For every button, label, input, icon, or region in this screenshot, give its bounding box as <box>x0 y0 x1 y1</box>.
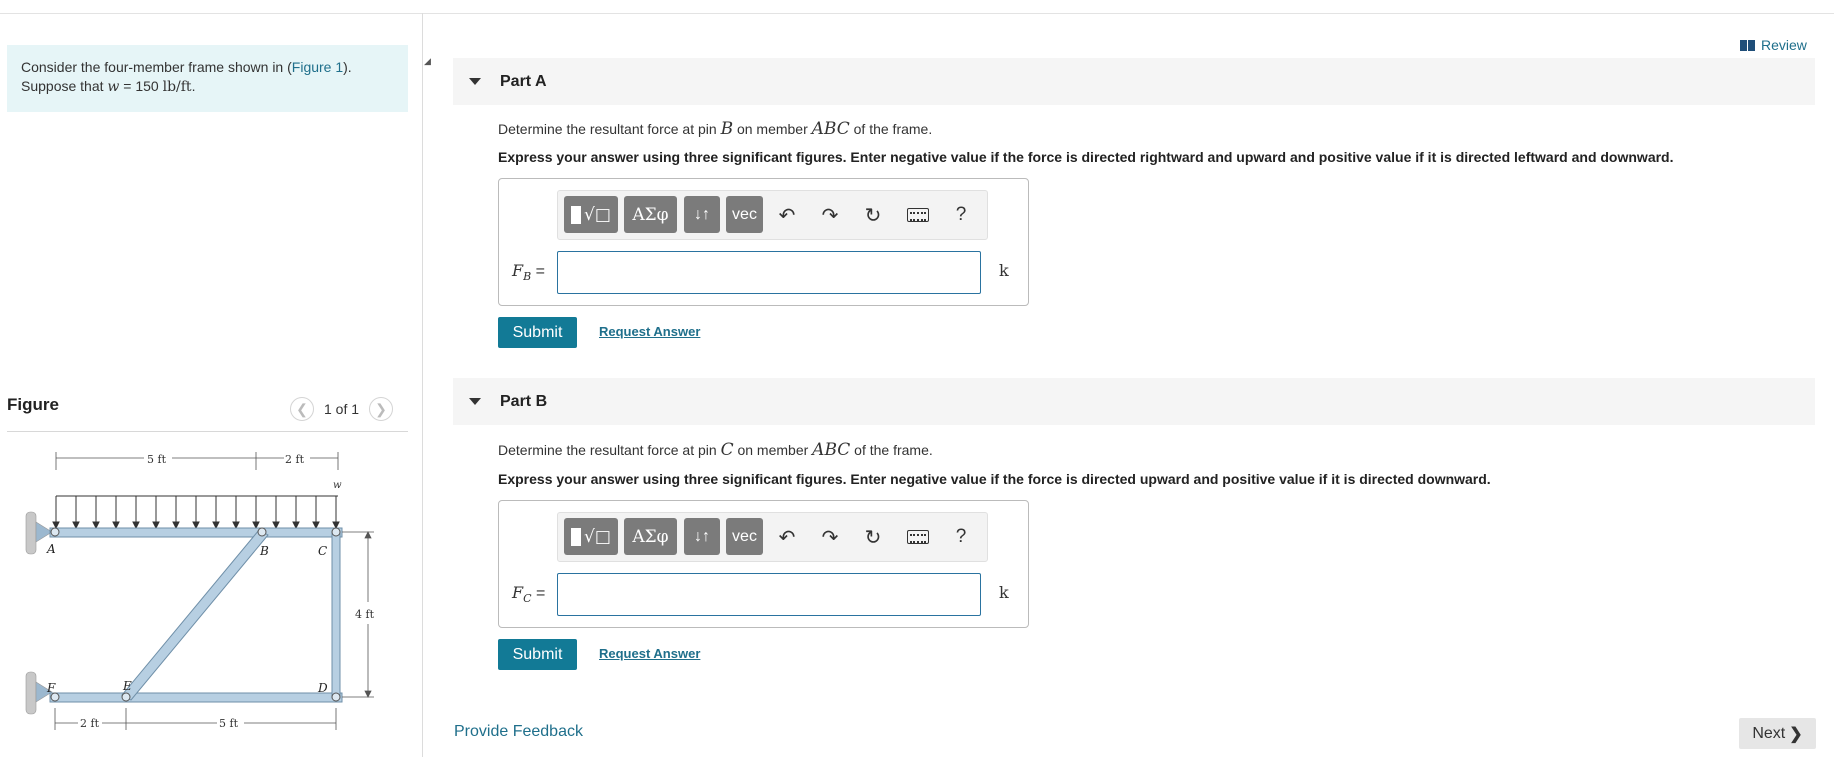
vec-button[interactable]: vec <box>726 518 763 555</box>
figure-link[interactable]: Figure 1 <box>292 59 343 75</box>
redo-icon[interactable]: ↷ <box>815 200 845 230</box>
answer-input-fc[interactable] <box>557 573 981 616</box>
redo-icon[interactable]: ↷ <box>815 522 845 552</box>
figure-title: Figure <box>7 395 59 414</box>
part-b-answer-box: √□ ΑΣφ ↓↑ vec ↶ ↷ ↻ ? FC = k <box>498 500 1029 628</box>
intro-line-2: Suppose that w = 150 lb/ft. <box>21 78 196 95</box>
math-toolbar: √□ ΑΣφ ↓↑ vec ↶ ↷ ↻ ? <box>557 190 988 240</box>
keyboard-icon[interactable] <box>903 200 933 230</box>
part-b-header[interactable]: Part B <box>453 378 1815 425</box>
dim-right-label: 4 ft <box>355 608 375 621</box>
column-divider[interactable] <box>422 13 423 757</box>
label-c: C <box>318 544 327 558</box>
frame-members <box>49 527 343 703</box>
answer-unit: k <box>999 583 1009 602</box>
caret-down-icon <box>469 398 481 405</box>
part-b-instruction: Express your answer using three signific… <box>498 471 1491 487</box>
greek-button[interactable]: ΑΣφ <box>624 518 677 555</box>
dim-top-left-label: 5 ft <box>147 453 167 466</box>
answer-label-fb: FB = <box>512 261 545 284</box>
answer-unit: k <box>999 261 1009 280</box>
member-cd <box>331 531 341 699</box>
label-f: F <box>46 681 56 695</box>
distributed-load-arrows <box>52 495 340 530</box>
reset-icon[interactable]: ↻ <box>858 200 888 230</box>
dim-bottom-left-label: 2 ft <box>80 717 100 730</box>
answer-label-fc: FC = <box>512 583 546 606</box>
part-b-request-answer-link[interactable]: Request Answer <box>599 646 700 661</box>
intro-line-1: Consider the four-member frame shown in … <box>21 59 352 75</box>
chevron-left-icon[interactable]: ❮ <box>290 397 314 421</box>
frame-figure: 5 ft 2 ft w A B C D E F 4 ft 2 ft 5 ft <box>25 452 375 730</box>
templates-icon[interactable]: √□ <box>564 196 618 233</box>
figure-pager: ❮ 1 of 1 ❯ <box>290 397 394 421</box>
top-divider <box>0 13 1834 14</box>
problem-intro: Consider the four-member frame shown in … <box>7 45 408 112</box>
dim-top-right-label: 2 ft <box>285 453 305 466</box>
chevron-right-icon[interactable]: ❯ <box>369 397 394 421</box>
review-link[interactable]: Review <box>1740 37 1807 53</box>
arrows-button[interactable]: ↓↑ <box>684 518 720 555</box>
figure-divider <box>7 431 408 432</box>
dim-bottom-right-label: 5 ft <box>219 717 239 730</box>
label-b: B <box>259 544 269 558</box>
next-button[interactable]: Next ❯ <box>1739 718 1816 749</box>
part-a-request-answer-link[interactable]: Request Answer <box>599 324 700 339</box>
book-icon <box>1740 39 1755 51</box>
label-d: D <box>317 681 328 695</box>
part-a-question: Determine the resultant force at pin B o… <box>498 119 933 139</box>
math-toolbar: √□ ΑΣφ ↓↑ vec ↶ ↷ ↻ ? <box>557 512 988 562</box>
load-unit: lb/ft <box>162 79 192 95</box>
part-a-instruction: Express your answer using three signific… <box>498 149 1674 165</box>
undo-icon[interactable]: ↶ <box>772 522 802 552</box>
pager-text: 1 of 1 <box>324 401 360 417</box>
templates-icon[interactable]: √□ <box>564 518 618 555</box>
label-a: A <box>46 542 56 556</box>
help-button[interactable]: ? <box>946 200 976 230</box>
answer-input-fb[interactable] <box>557 251 981 294</box>
greek-button[interactable]: ΑΣφ <box>624 196 677 233</box>
part-b-question: Determine the resultant force at pin C o… <box>498 440 933 460</box>
help-button[interactable]: ? <box>946 522 976 552</box>
part-a-title: Part A <box>500 72 547 90</box>
member-eb <box>121 529 269 701</box>
chevron-right-icon: ❯ <box>1789 725 1803 743</box>
divider-handle-icon: ◢ <box>424 56 431 66</box>
part-a-answer-box: √□ ΑΣφ ↓↑ vec ↶ ↷ ↻ ? FB = k <box>498 178 1029 306</box>
undo-icon[interactable]: ↶ <box>772 200 802 230</box>
label-e: E <box>122 679 132 693</box>
member-fed <box>49 692 343 703</box>
member-abc <box>49 527 343 538</box>
caret-down-icon <box>469 78 481 85</box>
vec-button[interactable]: vec <box>726 196 763 233</box>
load-label: w <box>333 480 342 491</box>
arrows-button[interactable]: ↓↑ <box>684 196 720 233</box>
var-w: w <box>107 79 120 95</box>
keyboard-icon[interactable] <box>903 522 933 552</box>
reset-icon[interactable]: ↻ <box>858 522 888 552</box>
part-b-submit-button[interactable]: Submit <box>498 639 577 670</box>
provide-feedback-link[interactable]: Provide Feedback <box>454 723 583 741</box>
part-b-title: Part B <box>500 392 548 410</box>
part-a-header[interactable]: Part A <box>453 58 1815 105</box>
part-a-submit-button[interactable]: Submit <box>498 317 577 348</box>
